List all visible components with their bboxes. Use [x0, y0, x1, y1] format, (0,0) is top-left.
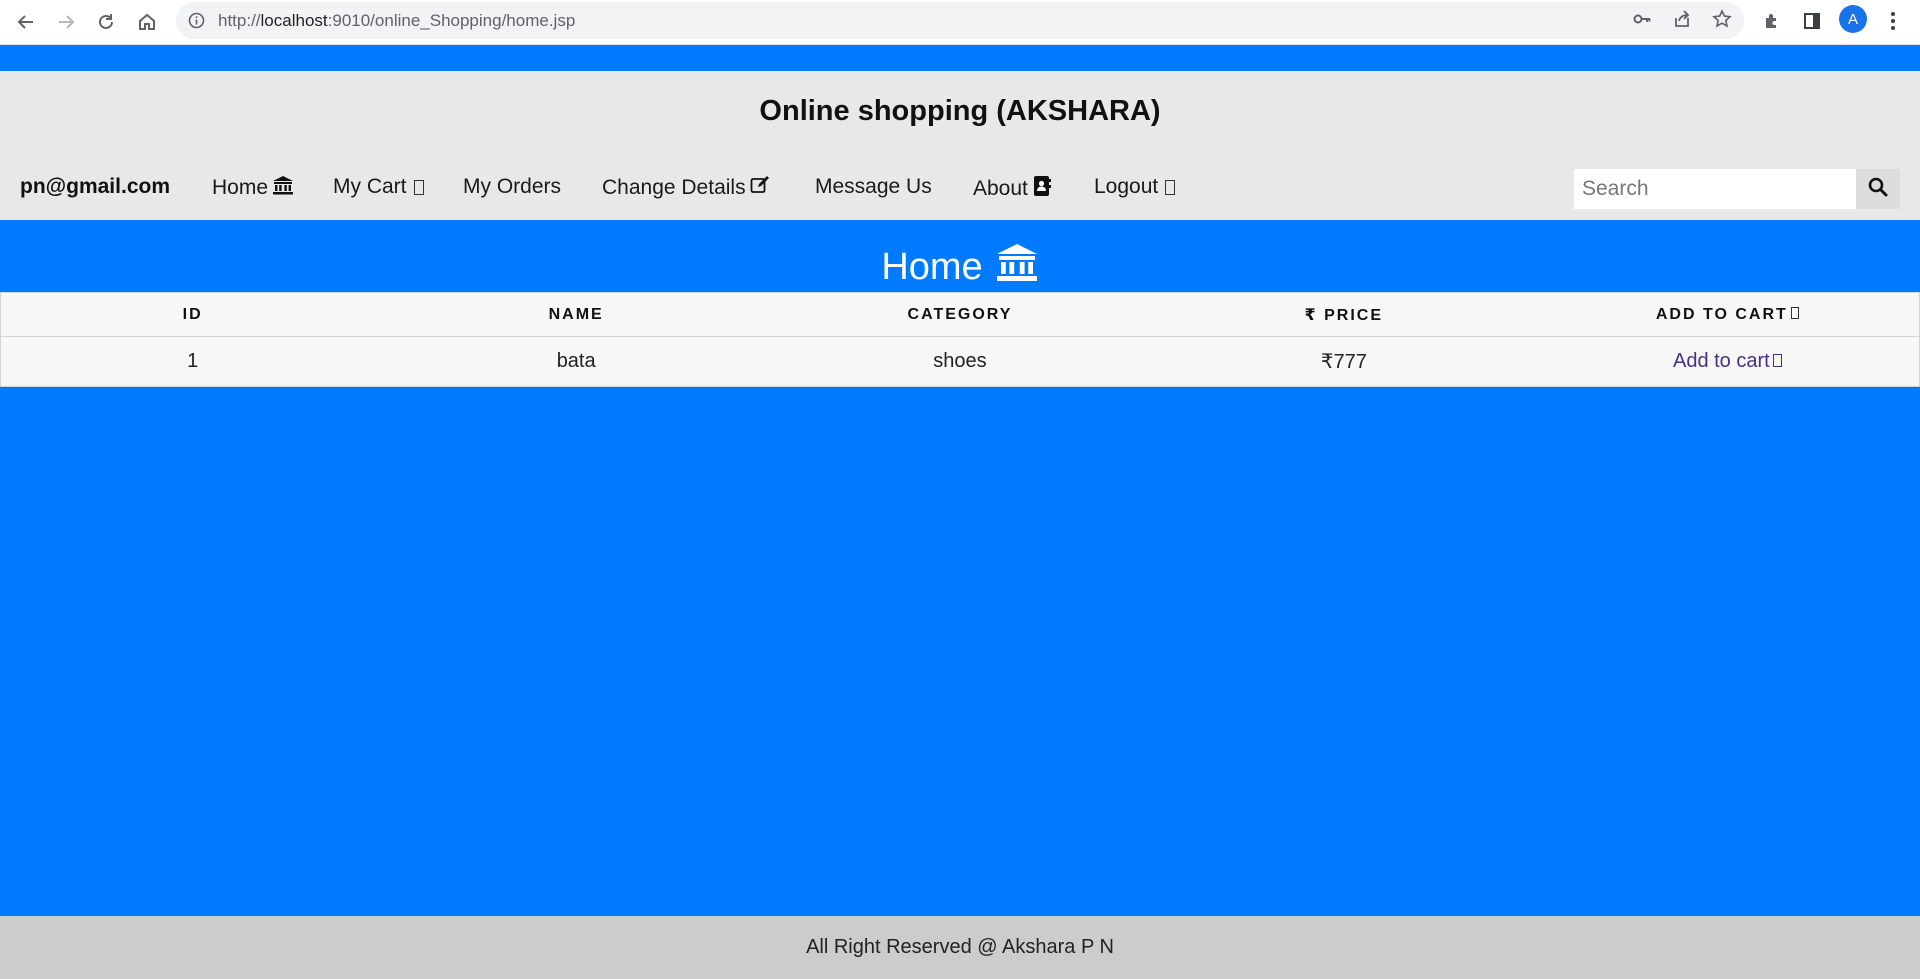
nav-about-label: About — [973, 176, 1028, 200]
bank-icon — [995, 242, 1039, 292]
bookmark-star-icon[interactable] — [1709, 6, 1735, 32]
table-row: 1 bata shoes ₹777 Add to cart — [1, 337, 1920, 387]
main-navbar: pn@gmail.com Home My Cart My Orders Chan… — [0, 169, 1920, 211]
back-icon[interactable] — [10, 6, 42, 38]
url-text: http://localhost:9010/online_Shopping/ho… — [218, 11, 576, 30]
column-header-add-to-cart-label: ADD TO CART — [1655, 305, 1788, 323]
products-table: ID NAME CATEGORY ₹ PRICE ADD TO CART 1 b… — [0, 292, 1920, 387]
page-heading-label: Home — [881, 245, 983, 288]
column-header-name: NAME — [384, 292, 769, 337]
site-footer: All Right Reserved @ Akshara P N — [0, 916, 1920, 979]
table-header-row: ID NAME CATEGORY ₹ PRICE ADD TO CART — [0, 292, 1920, 337]
nav-home-label: Home — [212, 175, 269, 199]
nav-message-us-label: Message Us — [815, 175, 932, 198]
page-heading: Home — [0, 242, 1920, 292]
user-email: pn@gmail.com — [20, 175, 170, 198]
column-header-category: CATEGORY — [768, 292, 1152, 337]
edit-icon — [750, 175, 770, 200]
cart-plus-icon — [1772, 354, 1782, 367]
address-bar[interactable]: http://localhost:9010/online_Shopping/ho… — [176, 2, 1744, 39]
share-icon[interactable] — [1669, 6, 1695, 32]
site-title: Online shopping (AKSHARA) — [759, 95, 1161, 127]
search-button[interactable] — [1856, 169, 1900, 209]
extensions-icon[interactable] — [1757, 6, 1787, 36]
reload-icon[interactable] — [90, 6, 122, 38]
add-to-cart-label: Add to cart — [1672, 350, 1770, 372]
sign-out-icon — [1165, 179, 1176, 195]
cell-name: bata — [556, 350, 596, 372]
nav-message-us[interactable]: Message Us — [815, 175, 932, 199]
side-panel-icon[interactable] — [1797, 6, 1827, 36]
add-to-cart-link[interactable]: Add to cart — [1673, 350, 1782, 372]
cell-id: 1 — [187, 350, 199, 372]
cell-action: Add to cart — [1536, 337, 1920, 387]
nav-my-cart[interactable]: My Cart — [333, 175, 424, 199]
site-header: Online shopping (AKSHARA) pn@gmail.com H… — [0, 71, 1920, 220]
nav-my-orders[interactable]: My Orders — [463, 175, 561, 199]
cell-category: shoes — [933, 350, 987, 372]
address-book-icon — [1032, 175, 1052, 202]
profile-avatar[interactable]: A — [1839, 5, 1867, 33]
browser-toolbar: http://localhost:9010/online_Shopping/ho… — [0, 0, 1920, 45]
nav-logout-label: Logout — [1094, 175, 1159, 198]
column-header-add-to-cart: ADD TO CART — [1535, 292, 1920, 337]
search-input[interactable] — [1574, 169, 1856, 209]
cart-icon — [413, 179, 424, 195]
forward-icon[interactable] — [50, 6, 82, 38]
site-info-icon[interactable] — [188, 12, 205, 29]
nav-my-cart-label: My Cart — [333, 175, 407, 198]
nav-about[interactable]: About — [973, 175, 1052, 202]
cell-price: ₹777 — [1320, 351, 1367, 373]
bank-icon — [272, 175, 294, 200]
key-icon[interactable] — [1629, 6, 1655, 32]
nav-change-details[interactable]: Change Details — [602, 175, 770, 200]
nav-home[interactable]: Home — [212, 175, 294, 200]
cart-plus-icon — [1790, 306, 1799, 319]
nav-change-details-label: Change Details — [602, 175, 746, 199]
column-header-price: ₹ PRICE — [1151, 292, 1536, 337]
top-accent-strip — [0, 45, 1920, 71]
more-menu-icon[interactable] — [1880, 6, 1906, 36]
search-icon — [1868, 177, 1888, 202]
column-header-id: ID — [0, 292, 385, 337]
nav-my-orders-label: My Orders — [463, 175, 562, 198]
home-icon[interactable] — [131, 6, 163, 38]
nav-logout[interactable]: Logout — [1094, 175, 1176, 199]
